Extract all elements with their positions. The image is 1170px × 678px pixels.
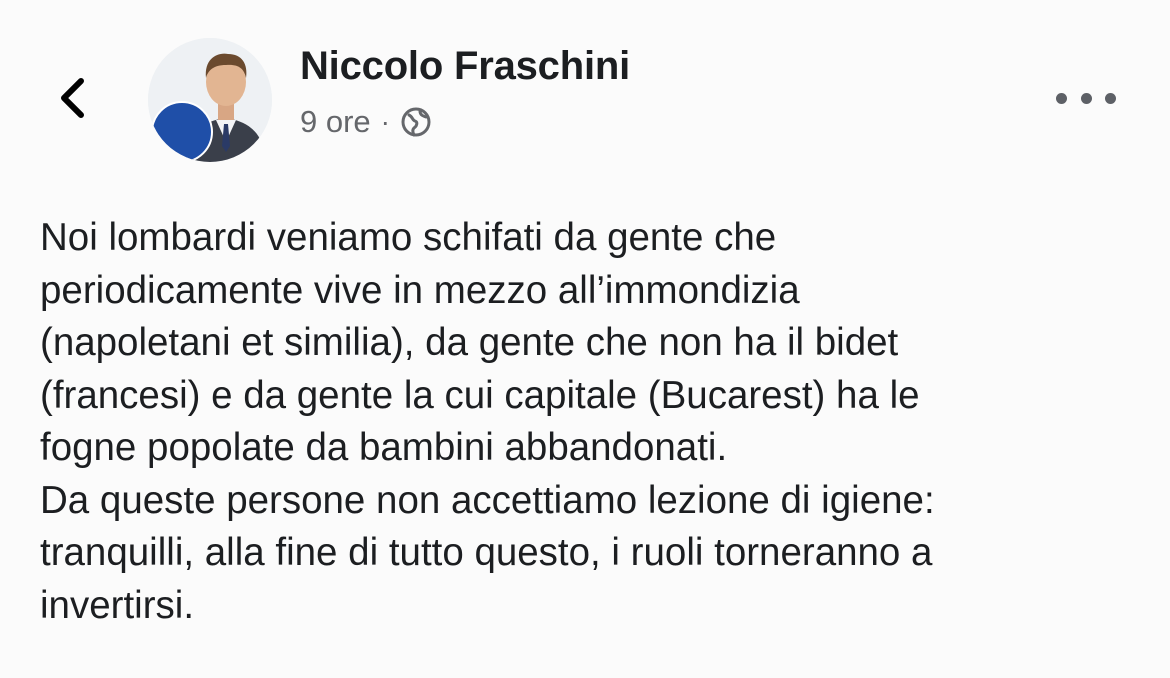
post-text-line: invertirsi.: [40, 583, 195, 627]
post-text-line: (francesi) e da gente la cui capitale (B…: [40, 373, 920, 417]
globe-icon: [400, 106, 432, 138]
post-text: Noi lombardi veniamo schifati da gente c…: [40, 212, 1150, 632]
back-button[interactable]: [48, 72, 96, 124]
avatar[interactable]: [148, 38, 272, 162]
post-text-line: Da queste persone non accettiamo lezione…: [40, 478, 935, 522]
post-text-line: Noi lombardi veniamo schifati da gente c…: [40, 216, 777, 259]
more-dot: [1056, 92, 1067, 104]
post-text-line: (napoletani et similia), da gente che no…: [40, 321, 899, 364]
author-name[interactable]: Niccolo Fraschini: [300, 44, 630, 89]
chevron-left-icon: [61, 78, 84, 118]
more-options-button[interactable]: [1056, 80, 1116, 116]
post-text-line: tranquilli, alla fine di tutto questo, i…: [40, 531, 933, 574]
more-dot: [1080, 92, 1092, 104]
post-timestamp[interactable]: 9 ore: [300, 104, 371, 140]
more-dot: [1105, 92, 1116, 104]
meta-separator: ·: [380, 106, 390, 137]
post-text-line: fogne popolate da bambini abbandonati.: [40, 426, 728, 469]
post-text-line: periodicamente vive in mezzo all’immondi…: [40, 268, 800, 312]
facebook-post: Niccolo Fraschini 9 ore · Noi lombardi v…: [0, 0, 1170, 678]
post-meta: 9 ore ·: [300, 104, 432, 140]
profile-photo: [148, 38, 272, 162]
